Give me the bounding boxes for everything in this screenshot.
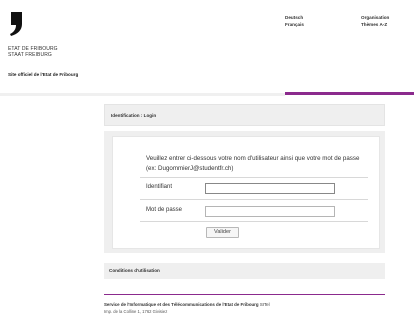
panel-title-bar: Identification : Login	[104, 104, 385, 126]
conditions-link[interactable]: Conditions d'utilisation	[109, 268, 160, 273]
header-accent-bar	[285, 92, 414, 95]
panel-title: Identification : Login	[111, 113, 157, 118]
footer-address: Imp. de la Colline 1, 1762 Givisiez	[104, 309, 168, 314]
header-nav-links: Organisation Thèmes A-Z	[361, 14, 389, 28]
language-link-francais[interactable]: Français	[285, 21, 304, 28]
identifiant-label: Identifiant	[146, 184, 173, 190]
password-input[interactable]	[205, 206, 335, 217]
form-divider	[140, 177, 368, 178]
footer-service-abbr: SITel	[259, 302, 270, 307]
footer-service-name: Service de l'Informatique et des Télécom…	[104, 302, 259, 307]
footer-service: Service de l'Informatique et des Télécom…	[104, 302, 270, 307]
conditions-bar: Conditions d'utilisation	[104, 263, 385, 279]
nav-link-organisation[interactable]: Organisation	[361, 14, 389, 21]
fribourg-logo-icon[interactable]	[8, 12, 24, 36]
footer-divider	[104, 294, 385, 295]
submit-button[interactable]: Valider	[206, 227, 239, 238]
header-divider	[0, 93, 285, 96]
site-official-label: Site officiel de l'Etat de Fribourg	[8, 72, 79, 77]
state-name: ETAT DE FRIBOURG STAAT FREIBURG	[8, 46, 58, 58]
identifiant-input[interactable]	[205, 183, 335, 194]
language-link-deutsch[interactable]: Deutsch	[285, 14, 304, 21]
language-links: Deutsch Français	[285, 14, 304, 28]
form-divider	[140, 221, 368, 222]
password-label: Mot de passe	[146, 207, 183, 213]
state-name-de: STAAT FREIBURG	[8, 52, 52, 58]
nav-link-themes[interactable]: Thèmes A-Z	[361, 21, 389, 28]
login-instructions: Veuillez entrer ci-dessous votre nom d'u…	[146, 155, 360, 172]
form-divider	[140, 199, 368, 200]
